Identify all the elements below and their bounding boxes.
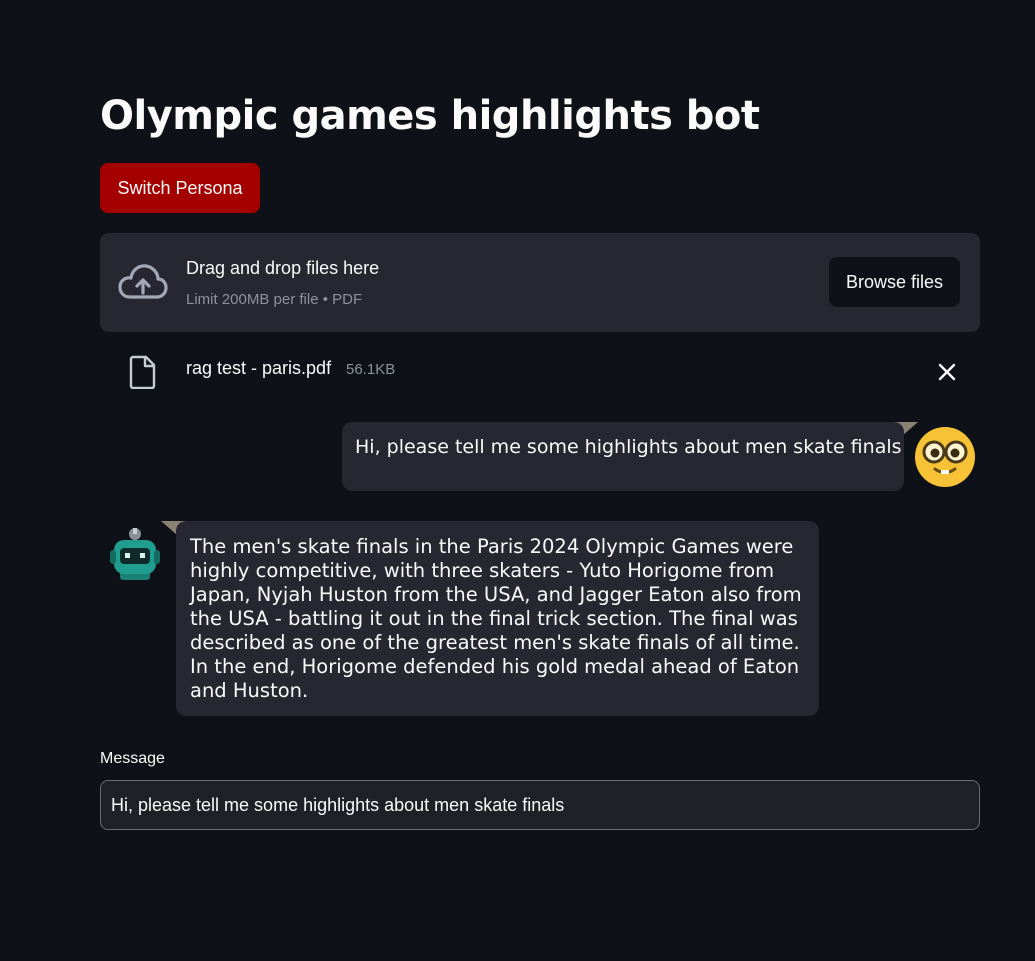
uploaded-file-name: rag test - paris.pdf [186,358,332,378]
uploaded-file-item: rag test - paris.pdf 56.1KB [100,345,980,395]
message-input-label: Message [100,750,165,767]
robot-avatar-icon [110,528,160,580]
uploaded-file-size: 56.1KB [346,361,396,378]
switch-persona-button[interactable]: Switch Persona [100,163,260,213]
dropzone-limits: Limit 200MB per file • PDF [186,291,363,308]
dropzone-instructions: Drag and drop files here [186,258,380,278]
file-icon [129,355,156,389]
browse-files-button[interactable]: Browse files [829,257,960,307]
page-title: Olympic games highlights bot [100,93,760,139]
user-message-bubble: Hi, please tell me some highlights about… [342,422,904,491]
file-uploader-dropzone[interactable]: Drag and drop files here Limit 200MB per… [100,233,980,332]
cloud-upload-icon [118,264,168,299]
app-page: Olympic games highlights bot Switch Pers… [0,0,1035,961]
close-icon[interactable] [934,359,960,385]
assistant-message-bubble: The men's skate finals in the Paris 2024… [176,521,819,716]
message-input[interactable] [100,780,980,830]
nerd-face-emoji-icon [915,427,975,487]
